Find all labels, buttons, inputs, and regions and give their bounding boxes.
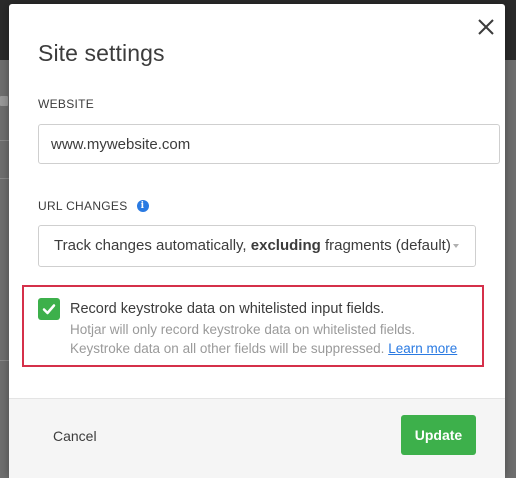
cancel-button[interactable]: Cancel	[49, 424, 101, 448]
dialog-body: Site settings WEBSITE URL CHANGES i Trac…	[9, 4, 505, 398]
close-button[interactable]	[473, 14, 499, 40]
dialog-title: Site settings	[38, 40, 165, 66]
checkmark-icon	[42, 304, 56, 315]
url-changes-selected-value: Track changes automatically, excluding f…	[54, 237, 451, 254]
dialog-footer: Cancel Update	[9, 398, 505, 478]
close-icon	[478, 19, 494, 35]
selected-text-suffix: fragments (default)	[320, 237, 451, 254]
url-changes-label-row: URL CHANGES i	[38, 199, 149, 213]
site-settings-dialog: Site settings WEBSITE URL CHANGES i Trac…	[9, 4, 505, 478]
keystroke-description-line1: Hotjar will only record keystroke data o…	[70, 322, 416, 337]
learn-more-link[interactable]: Learn more	[388, 341, 457, 356]
selected-text-bold: excluding	[250, 237, 321, 254]
update-button[interactable]: Update	[401, 415, 476, 455]
website-input[interactable]	[38, 124, 500, 164]
info-icon[interactable]: i	[136, 200, 149, 212]
url-changes-select[interactable]: Track changes automatically, excluding f…	[38, 225, 476, 267]
chevron-down-icon	[453, 244, 459, 248]
url-changes-label: URL CHANGES	[38, 199, 128, 213]
keystroke-description-text: Keystroke data on all other fields will …	[70, 341, 385, 356]
background-text-fragment	[0, 96, 8, 106]
keystroke-checkbox[interactable]	[38, 298, 60, 320]
website-label: WEBSITE	[38, 97, 95, 111]
keystroke-checkbox-label[interactable]: Record keystroke data on whitelisted inp…	[70, 301, 384, 317]
selected-text-prefix: Track changes automatically,	[54, 237, 251, 254]
keystroke-description-line2: Keystroke data on all other fields will …	[70, 341, 457, 356]
